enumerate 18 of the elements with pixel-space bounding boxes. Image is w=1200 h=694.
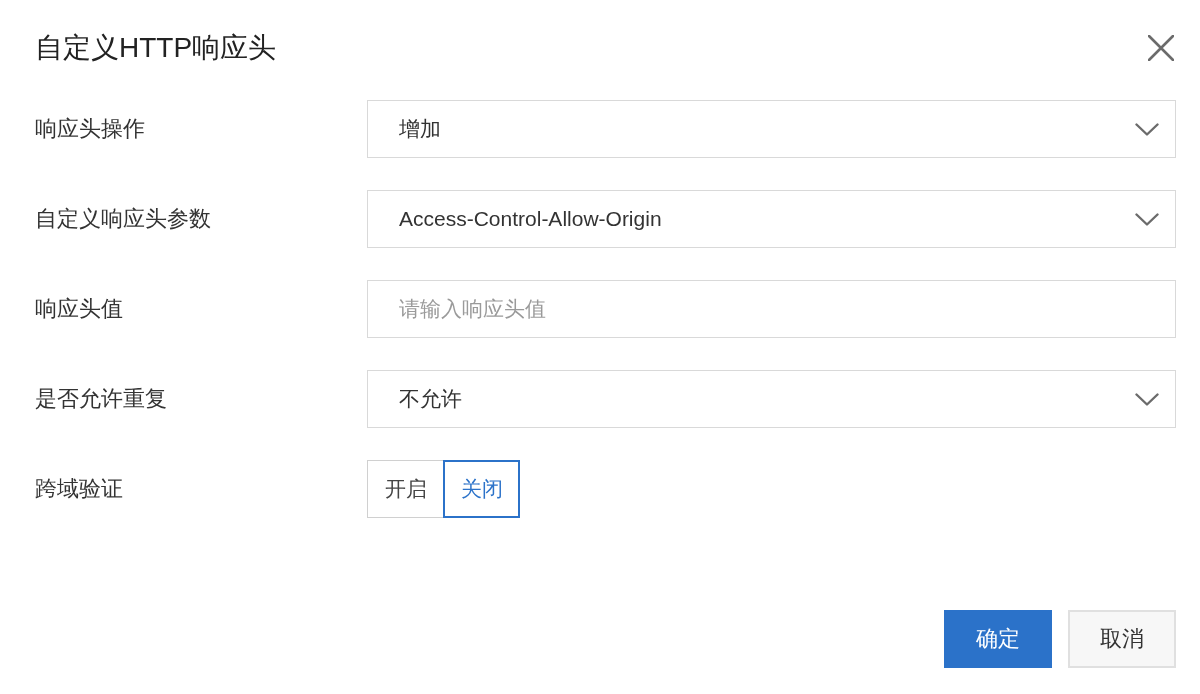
field-label: 响应头操作 (35, 115, 146, 143)
chevron-down-icon (1135, 212, 1159, 226)
input-field[interactable]: 请输入响应头值 (367, 280, 1176, 338)
dropdown-field[interactable]: 不允许 (367, 370, 1176, 428)
segment-tab[interactable]: 开启 (367, 460, 444, 518)
field-label: 跨域验证 (35, 475, 124, 503)
dropdown-field[interactable]: 增加 (367, 100, 1176, 158)
cancel-button[interactable]: 取消 (1068, 610, 1176, 668)
dialog-title: 自定义HTTP响应头 (35, 31, 277, 65)
field-label: 自定义响应头参数 (35, 205, 212, 233)
field-label: 响应头值 (35, 295, 124, 323)
dropdown-field[interactable]: Access-Control-Allow-Origin (367, 190, 1176, 248)
confirm-button[interactable]: 确定 (944, 610, 1052, 668)
close-icon[interactable] (1148, 35, 1174, 61)
chevron-down-icon (1135, 392, 1159, 406)
chevron-down-icon (1135, 122, 1159, 136)
segment-tab[interactable]: 关闭 (443, 460, 520, 518)
field-label: 是否允许重复 (35, 385, 168, 413)
